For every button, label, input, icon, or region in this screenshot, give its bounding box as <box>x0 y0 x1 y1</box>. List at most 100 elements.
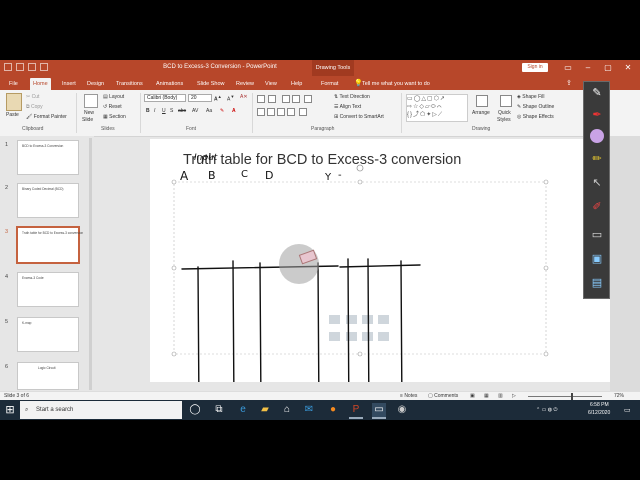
increase-indent-icon[interactable] <box>292 95 300 103</box>
text-direction-button[interactable]: ⇅ Text Direction <box>334 94 370 100</box>
zoom-slider[interactable] <box>528 396 602 397</box>
shape-effects-button[interactable]: ◎ Shape Effects <box>517 114 554 120</box>
decrease-indent-icon[interactable] <box>282 95 290 103</box>
comments-button[interactable]: ▢ Comments <box>428 393 458 399</box>
clock-date[interactable]: 6/12/2020 <box>588 410 610 416</box>
ink-app-icon[interactable]: ▭ <box>372 403 386 419</box>
shrink-font-icon[interactable]: A▼ <box>227 94 234 103</box>
minimize-button[interactable]: – <box>578 60 598 76</box>
slide-thumbnail-panel[interactable]: 1 BCD to Excess-3 Conversion 2 Binary Co… <box>0 136 94 392</box>
format-painter-button[interactable]: 🖌 Format Painter <box>26 114 67 120</box>
laser-pointer-icon[interactable]: ↖ <box>589 176 605 190</box>
redo-icon[interactable] <box>28 63 36 71</box>
tab-insert[interactable]: Insert <box>59 78 79 90</box>
firefox-icon[interactable]: ● <box>326 403 340 417</box>
close-button[interactable]: ✕ <box>618 60 638 76</box>
shadow-icon[interactable]: S <box>170 108 173 114</box>
zoom-level[interactable]: 72% <box>614 393 624 399</box>
task-view-icon[interactable]: ⧉ <box>212 403 226 417</box>
ink-drawing[interactable] <box>150 139 616 382</box>
file-explorer-icon[interactable]: ▰ <box>258 403 272 417</box>
font-color-icon[interactable]: A <box>232 108 236 114</box>
obs-icon[interactable]: ◉ <box>395 403 409 417</box>
shape-outline-button[interactable]: ✎ Shape Outline <box>517 104 554 110</box>
slide-thumbnail-2[interactable]: Binary Coded Decimal (BCD) <box>17 183 79 218</box>
quick-styles-icon[interactable] <box>500 95 512 107</box>
red-pen-icon[interactable]: ✒ <box>589 108 605 122</box>
paste-icon[interactable] <box>6 93 22 111</box>
tab-design[interactable]: Design <box>84 78 107 90</box>
taskbar-search[interactable]: ⌕ Start a search <box>20 401 182 419</box>
powerpoint-taskbar-icon[interactable]: P <box>349 403 363 419</box>
pen-tool-icon[interactable]: ✎ <box>589 86 605 100</box>
align-text-button[interactable]: ☰ Align Text <box>334 104 361 110</box>
layout-button[interactable]: ▤ Layout <box>103 94 124 100</box>
font-name-dropdown[interactable]: Calibri (Body) <box>144 94 186 102</box>
copy-button[interactable]: ⧉ Copy <box>26 104 43 110</box>
undo-icon[interactable] <box>16 63 24 71</box>
shapes-gallery[interactable]: ▭◯△▢⬡↗ ⇨☆◇▱⬭⌒ {}⤴⬠✦▷⟋ <box>406 94 468 122</box>
tab-animations[interactable]: Animations <box>153 78 186 90</box>
spacing-icon[interactable]: AV <box>192 108 198 114</box>
smartart-button[interactable]: ⊞ Convert to SmartArt <box>334 114 384 120</box>
notes-button[interactable]: ≡ Notes <box>400 393 417 399</box>
bullets-icon[interactable] <box>257 95 265 103</box>
underline-icon[interactable]: U <box>162 108 166 114</box>
reset-button[interactable]: ↺ Reset <box>103 104 122 110</box>
maximize-button[interactable]: ▢ <box>598 60 618 76</box>
eraser-tool-icon[interactable] <box>590 129 604 143</box>
edge-icon[interactable]: e <box>236 403 250 417</box>
italic-icon[interactable]: I <box>154 108 155 114</box>
numbering-icon[interactable] <box>268 95 276 103</box>
normal-view-icon[interactable]: ▣ <box>470 393 475 399</box>
shape-fill-button[interactable]: ◈ Shape Fill <box>517 94 544 100</box>
marker-icon[interactable]: ✐ <box>589 200 605 214</box>
windows-start-icon[interactable]: ⊞ <box>3 403 17 417</box>
sorter-view-icon[interactable]: ▦ <box>484 393 489 399</box>
screen-icon[interactable]: ▣ <box>589 252 605 266</box>
highlighter-icon[interactable]: ✏ <box>589 152 605 166</box>
slide-canvas[interactable]: Truth table for BCD to Excess-3 conversi… <box>150 139 616 382</box>
keyboard-icon[interactable]: ▭ <box>589 228 605 242</box>
slide-thumbnail-3[interactable]: Truth table for BCD to Excess-3 conversi… <box>16 226 83 264</box>
grow-font-icon[interactable]: A▲ <box>214 94 222 103</box>
justify-icon[interactable] <box>287 108 295 116</box>
share-icon[interactable]: ⇪ <box>566 79 572 87</box>
columns-icon[interactable] <box>299 108 307 116</box>
start-slideshow-icon[interactable] <box>40 63 48 71</box>
arrange-icon[interactable] <box>476 95 488 107</box>
change-case-icon[interactable]: Aa <box>206 108 212 114</box>
tab-view[interactable]: View <box>262 78 280 90</box>
line-spacing-icon[interactable] <box>304 95 312 103</box>
quick-styles-label[interactable]: Quick <box>498 110 511 116</box>
thumbnail-scrollbar[interactable] <box>89 138 92 390</box>
reading-view-icon[interactable]: ▥ <box>498 393 503 399</box>
align-right-icon[interactable] <box>277 108 285 116</box>
arrange-label[interactable]: Arrange <box>472 110 490 116</box>
clock-time[interactable]: 6:58 PM <box>590 402 609 408</box>
notification-icon[interactable]: ▭ <box>624 406 631 414</box>
sign-in-button[interactable]: Sign in <box>522 63 548 72</box>
slide-thumbnail-6[interactable]: Logic Circuit <box>17 362 79 390</box>
cortana-icon[interactable]: ◯ <box>188 403 202 417</box>
tab-review[interactable]: Review <box>233 78 257 90</box>
tab-file[interactable]: File <box>6 78 21 90</box>
align-center-icon[interactable] <box>267 108 275 116</box>
bold-icon[interactable]: B <box>146 108 150 114</box>
tab-help[interactable]: Help <box>288 78 305 90</box>
align-left-icon[interactable] <box>257 108 265 116</box>
slideshow-view-icon[interactable]: ▷ <box>512 393 516 399</box>
strikethrough-icon[interactable]: abc <box>178 108 186 114</box>
tab-slide-show[interactable]: Slide Show <box>194 78 228 90</box>
system-tray-icons[interactable]: ⌃ ▭ ◍ ⏻ <box>536 407 557 413</box>
tell-me-search[interactable]: Tell me what you want to do <box>362 78 430 90</box>
section-button[interactable]: ▦ Section <box>103 114 126 120</box>
zoom-slider-thumb[interactable] <box>571 393 573 400</box>
mail-icon[interactable]: ✉ <box>302 403 316 417</box>
highlight-icon[interactable]: ✎ <box>220 108 224 114</box>
slide-thumbnail-5[interactable]: K-map <box>17 317 79 352</box>
font-size-dropdown[interactable]: 20 <box>188 94 212 102</box>
tab-format[interactable]: Format <box>318 78 341 90</box>
slide-thumbnail-1[interactable]: BCD to Excess-3 Conversion <box>17 140 79 175</box>
clear-format-icon[interactable]: A✕ <box>240 94 248 100</box>
